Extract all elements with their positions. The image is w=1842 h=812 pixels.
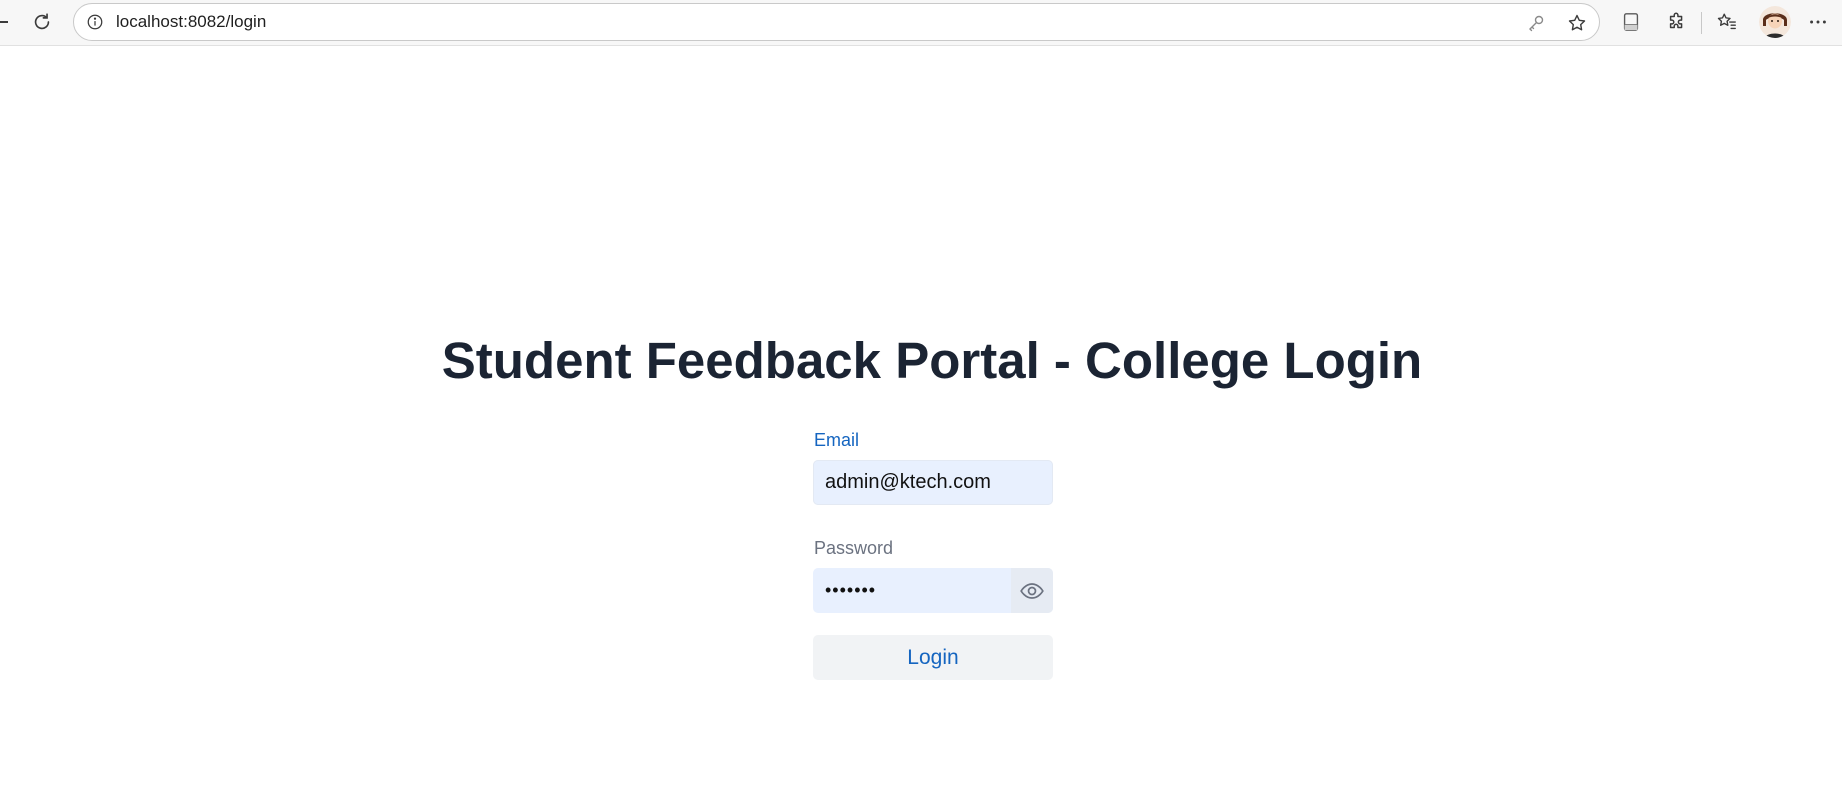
browser-toolbar: localhost:8082/login	[0, 0, 1842, 46]
refresh-icon[interactable]	[26, 6, 58, 38]
page-title: Student Feedback Portal - College Login	[441, 332, 1423, 389]
email-field-container	[813, 460, 1053, 505]
email-label: Email	[814, 430, 860, 450]
login-button[interactable]: Login	[813, 635, 1053, 680]
site-info-icon[interactable]	[82, 9, 108, 35]
eye-icon	[1020, 582, 1044, 599]
password-field[interactable]	[813, 568, 1011, 613]
more-icon[interactable]	[1802, 6, 1834, 38]
address-bar[interactable]: localhost:8082/login	[73, 3, 1600, 41]
show-password-toggle[interactable]	[1011, 568, 1053, 613]
reading-view-icon[interactable]	[1615, 6, 1647, 38]
avatar[interactable]	[1759, 6, 1791, 38]
back-icon[interactable]	[0, 21, 8, 23]
favorites-icon[interactable]	[1711, 6, 1743, 38]
toolbar-divider	[1701, 12, 1702, 34]
extensions-icon[interactable]	[1661, 6, 1693, 38]
password-field-container	[813, 568, 1053, 613]
star-icon[interactable]	[1563, 9, 1591, 37]
password-label: Password	[814, 538, 894, 558]
key-icon[interactable]	[1522, 9, 1550, 37]
url-text[interactable]: localhost:8082/login	[116, 4, 266, 40]
email-field[interactable]	[813, 460, 1053, 505]
